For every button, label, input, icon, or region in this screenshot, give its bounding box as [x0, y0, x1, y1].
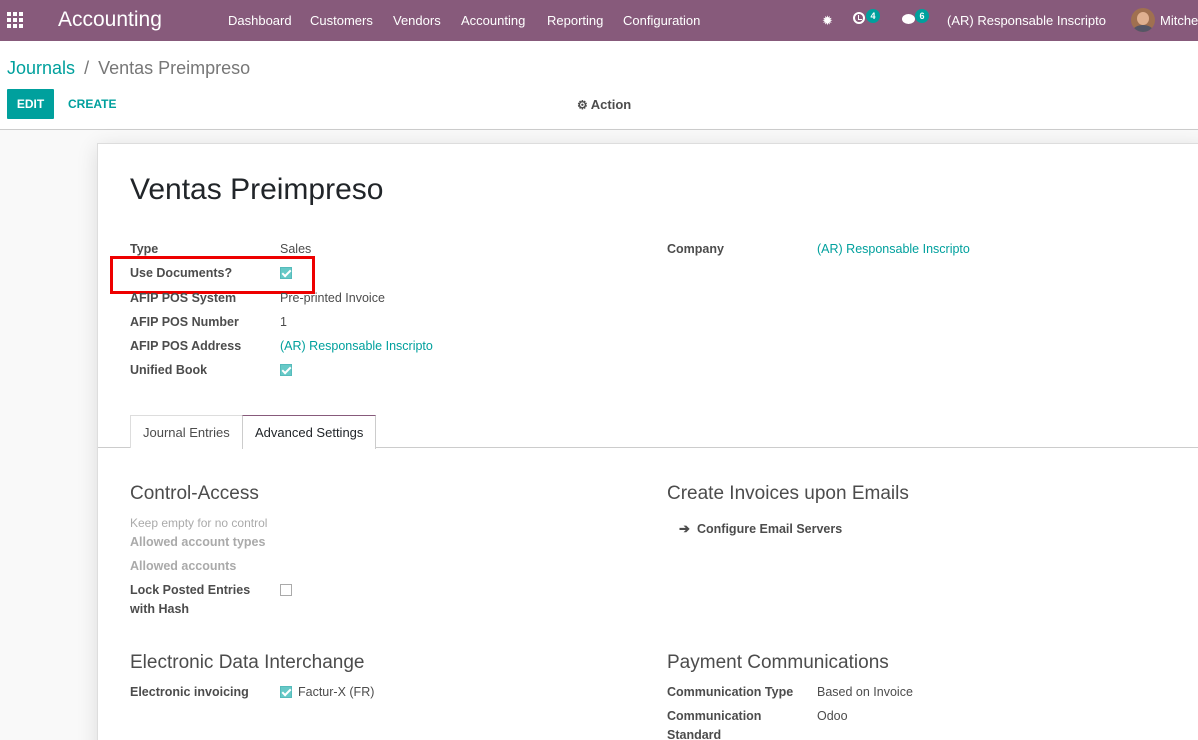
- menu-item-accounting[interactable]: Accounting: [461, 13, 525, 28]
- facturx-checkbox[interactable]: [280, 686, 292, 698]
- communication-standard-label-line2: Standard: [667, 728, 722, 740]
- menu-item-vendors[interactable]: Vendors: [393, 13, 441, 28]
- message-count-badge: 6: [915, 9, 929, 23]
- payment-section-title: Payment Communications: [667, 652, 889, 673]
- communication-standard-label-line1: Communication: [667, 709, 762, 723]
- emails-section-title: Create Invoices upon Emails: [667, 483, 909, 504]
- activity-clock-icon[interactable]: [853, 12, 865, 24]
- menu-item-customers[interactable]: Customers: [310, 13, 373, 28]
- action-label: Action: [590, 97, 632, 112]
- top-navbar: Accounting Dashboard Customers Vendors A…: [0, 0, 1198, 41]
- edi-section-title: Electronic Data Interchange: [130, 652, 365, 673]
- tab-advanced-settings[interactable]: Advanced Settings: [242, 415, 377, 449]
- breadcrumb-separator: /: [84, 58, 90, 78]
- pos-address-link[interactable]: (AR) Responsable Inscripto: [280, 339, 433, 353]
- type-value: Sales: [280, 242, 312, 256]
- control-access-hint: Keep empty for no control: [130, 516, 268, 530]
- messages-chat-icon[interactable]: [902, 14, 915, 24]
- user-menu[interactable]: Mitche: [1160, 13, 1198, 28]
- breadcrumb: Journals / Ventas Preimpreso: [7, 58, 250, 79]
- control-panel: Journals / Ventas Preimpreso EDIT CREATE…: [0, 41, 1198, 130]
- unified-book-label: Unified Book: [130, 363, 208, 377]
- facturx-label: Factur-X (FR): [298, 685, 375, 699]
- communication-type-value: Based on Invoice: [817, 685, 913, 699]
- allowed-accounts-label: Allowed accounts: [130, 559, 237, 573]
- highlight-annotation-box: [110, 256, 315, 294]
- lock-posted-label-line1: Lock Posted Entries: [130, 583, 251, 597]
- lock-posted-checkbox[interactable]: [280, 584, 292, 596]
- company-link[interactable]: (AR) Responsable Inscripto: [817, 242, 970, 256]
- control-access-title: Control-Access: [130, 483, 259, 504]
- unified-book-checkbox[interactable]: [280, 364, 292, 376]
- menu-item-reporting[interactable]: Reporting: [547, 13, 603, 28]
- gear-icon: ⚙: [577, 98, 588, 112]
- activity-count-badge: 4: [866, 9, 880, 23]
- communication-standard-value: Odoo: [817, 709, 848, 723]
- lock-posted-label-line2: with Hash: [130, 602, 190, 616]
- type-label: Type: [130, 242, 159, 256]
- action-dropdown[interactable]: ⚙ Action: [577, 97, 631, 112]
- configure-email-servers-link[interactable]: Configure Email Servers: [697, 522, 842, 536]
- pos-number-value: 1: [280, 315, 287, 329]
- user-avatar[interactable]: [1131, 8, 1155, 32]
- form-sheet: Ventas Preimpreso Type Sales Use Documen…: [97, 143, 1198, 740]
- arrow-right-icon: ➔: [679, 521, 690, 536]
- pos-number-label: AFIP POS Number: [130, 315, 239, 329]
- journal-name: Ventas Preimpreso: [130, 173, 384, 206]
- electronic-invoicing-label: Electronic invoicing: [130, 685, 249, 699]
- create-button[interactable]: CREATE: [68, 97, 116, 111]
- company-switcher[interactable]: (AR) Responsable Inscripto: [947, 13, 1106, 28]
- company-label: Company: [667, 242, 724, 256]
- pos-address-label: AFIP POS Address: [130, 339, 242, 353]
- app-name[interactable]: Accounting: [58, 8, 162, 32]
- edit-button[interactable]: EDIT: [7, 89, 54, 119]
- apps-menu-icon[interactable]: [7, 12, 25, 28]
- debug-bug-icon[interactable]: ✹: [822, 13, 833, 29]
- tab-journal-entries[interactable]: Journal Entries: [130, 415, 243, 448]
- allowed-account-types-label: Allowed account types: [130, 535, 266, 549]
- pos-system-label: AFIP POS System: [130, 291, 237, 305]
- breadcrumb-journals-link[interactable]: Journals: [7, 58, 75, 78]
- communication-type-label: Communication Type: [667, 685, 794, 699]
- pos-system-value: Pre-printed Invoice: [280, 291, 385, 305]
- menu-item-configuration[interactable]: Configuration: [623, 13, 700, 28]
- breadcrumb-current: Ventas Preimpreso: [98, 58, 251, 78]
- menu-item-dashboard[interactable]: Dashboard: [228, 13, 292, 28]
